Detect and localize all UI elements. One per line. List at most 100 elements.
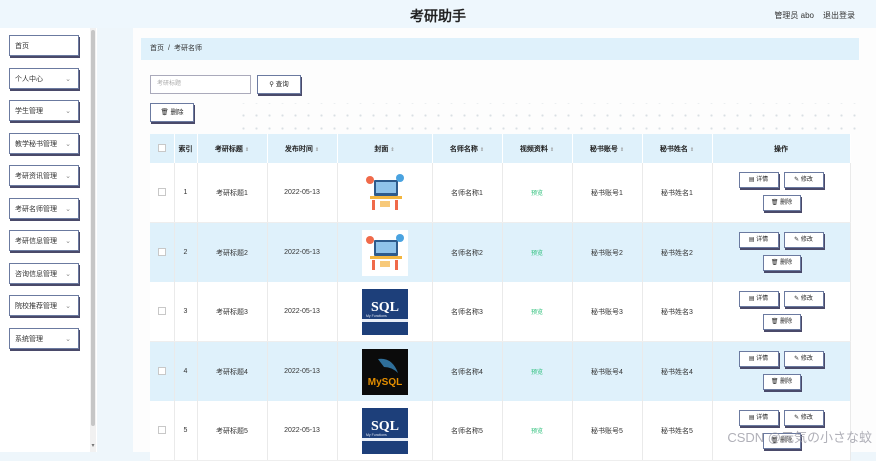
cell-video: 预览 [502,163,573,223]
edit-icon: ✎ [794,237,800,243]
svg-text:MySQL: MySQL [367,377,401,388]
video-preview-link[interactable]: 预览 [531,191,543,197]
table-row: 4 考研标题4 2022-05-13 MySQL 名师名称4 预览 秘书账号4 秘书姓名4 ▤ … [150,341,851,401]
row-checkbox[interactable] [150,341,175,401]
detail-icon: ▤ [748,296,755,302]
edit-icon: ✎ [794,177,800,183]
sidebar-item-8[interactable]: 院校推荐管理 ⌄ [9,295,79,316]
delete-button[interactable]: 🗑 删除 [762,255,801,271]
delete-button[interactable]: 🗑 删除 [762,374,801,390]
cell-sec-account: 秘书账号3 [572,282,643,342]
edit-icon: ✎ [794,415,800,421]
table-header-row: 索引 考研标题 ⇕ 发布时间 ⇕ 封面 ⇕ 名师名称 ⇕ 视频资料 ⇕ 秘书账号 ⇕ 秘书姓… [150,134,851,163]
trash-icon: 🗑 [160,109,169,116]
sort-icon[interactable]: ⇕ [390,147,394,153]
edit-button[interactable]: ✎ 修改 [783,351,824,367]
col-header-teacher[interactable]: 名师名称 ⇕ [432,134,503,163]
sql-book-cover-image: SQLMy Functions [361,407,408,454]
trash-icon: 🗑 [770,200,779,206]
cell-teacher: 名师名称1 [432,163,503,223]
search-button-label: 查询 [275,81,289,88]
col-header-actions: 操作 [712,134,851,163]
batch-delete-button[interactable]: 🗑 删除 [150,103,194,122]
sort-icon[interactable]: ⇕ [690,147,694,153]
sort-icon[interactable]: ⇕ [315,147,319,153]
col-header-sec-name[interactable]: 秘书姓名 ⇕ [642,134,713,163]
sidebar-item-7[interactable]: 咨询信息管理 ⌄ [9,262,79,284]
sort-icon[interactable]: ⇕ [550,147,554,153]
col-header-sec-account[interactable]: 秘书账号 ⇕ [572,134,643,163]
chevron-down-icon: ⌄ [65,140,71,148]
sort-icon[interactable]: ⇕ [480,147,484,153]
cell-sec-account: 秘书账号4 [572,341,643,401]
edit-icon: ✎ [794,356,800,362]
cell-cover [337,222,433,282]
search-button[interactable]: ⚲ 查询 [257,75,301,94]
select-all-checkbox[interactable] [150,134,175,163]
video-preview-link[interactable]: 预览 [531,370,543,376]
breadcrumb: 首页 / 考研名师 [141,38,859,60]
cell-teacher: 名师名称4 [432,341,503,401]
sidebar-item-5[interactable]: 考研名师管理 ⌄ [9,197,79,219]
sidebar-item-9[interactable]: 系统管理 ⌄ [9,327,79,349]
sidebar-item-2[interactable]: 学生管理 ⌄ [9,100,79,121]
logout-link[interactable]: 退出登录 [823,10,855,21]
cell-cover [337,163,433,223]
trash-icon: 🗑 [770,379,779,385]
scroll-down-icon[interactable]: ▾ [90,442,96,449]
detail-button[interactable]: ▤ 详情 [738,232,779,248]
col-header-video[interactable]: 视频资料 ⇕ [502,134,573,163]
cell-date: 2022-05-13 [267,222,338,282]
detail-button[interactable]: ▤ 详情 [738,351,779,367]
sidebar-item-label: 学生管理 [15,108,43,115]
edit-button[interactable]: ✎ 修改 [783,291,824,307]
edit-button[interactable]: ✎ 修改 [783,172,824,188]
video-preview-link[interactable]: 预览 [531,429,543,435]
row-checkbox[interactable] [150,222,175,282]
chevron-down-icon: ⌄ [65,173,71,180]
delete-button[interactable]: 🗑 删除 [762,195,801,211]
edit-icon: ✎ [794,296,800,302]
edit-button[interactable]: ✎ 修改 [783,410,824,426]
cell-title: 考研标题1 [197,163,268,223]
video-preview-link[interactable]: 预览 [531,310,543,316]
table-row: 3 考研标题3 2022-05-13 SQL My Functions 名师名称3 预览 秘书… [150,282,851,342]
batch-delete-label: 删除 [170,109,184,116]
watermark: CSDN @元気の小さな蚊 [727,430,872,445]
video-preview-link[interactable]: 预览 [531,251,543,257]
sort-icon[interactable]: ⇕ [245,147,249,153]
sidebar-item-label: 教学秘书管理 [15,140,57,148]
cell-sec-name: 秘书姓名2 [642,222,713,282]
cell-date: 2022-05-13 [267,341,338,401]
breadcrumb-home[interactable]: 首页 [150,45,164,52]
row-checkbox[interactable] [150,282,175,342]
sidebar-item-3[interactable]: 教学秘书管理 ⌄ [9,132,79,154]
sidebar-scroll-thumb[interactable] [91,30,95,426]
cell-video: 预览 [502,341,573,401]
detail-button[interactable]: ▤ 详情 [738,410,779,426]
sidebar-item-4[interactable]: 考研资讯管理 ⌄ [9,165,79,186]
chevron-down-icon: ⌄ [65,75,71,83]
cell-teacher: 名师名称2 [432,222,503,282]
sidebar-item-label: 个人中心 [15,75,43,83]
edit-button[interactable]: ✎ 修改 [783,232,824,248]
cell-teacher: 名师名称3 [432,282,503,342]
detail-button[interactable]: ▤ 详情 [738,291,779,307]
col-header-title[interactable]: 考研标题 ⇕ [197,134,268,163]
cell-actions: ▤ 详情 ✎ 修改 🗑 删除 [712,282,851,342]
mysql-logo-image: MySQL [361,348,408,395]
cell-sec-account: 秘书账号2 [572,222,643,282]
col-header-cover[interactable]: 封面 ⇕ [337,134,433,163]
search-input[interactable]: 考研标题 [150,75,251,94]
table-row: 1 考研标题1 2022-05-13 名师名称1 预览 秘书账号1 秘书姓名1 ▤ 详情 ✎ 修… [150,163,851,223]
col-header-date[interactable]: 发布时间 ⇕ [267,134,338,163]
breadcrumb-separator: / [168,45,170,52]
row-checkbox[interactable] [150,163,175,223]
sort-icon[interactable]: ⇕ [620,147,624,153]
detail-button[interactable]: ▤ 详情 [738,172,779,188]
cell-index: 4 [174,341,198,401]
sidebar-item-6[interactable]: 考研信息管理 ⌄ [9,230,79,251]
sidebar-item-0[interactable]: 首页 [9,35,79,56]
sidebar-item-1[interactable]: 个人中心 ⌄ [9,67,79,89]
delete-button[interactable]: 🗑 删除 [762,314,801,330]
